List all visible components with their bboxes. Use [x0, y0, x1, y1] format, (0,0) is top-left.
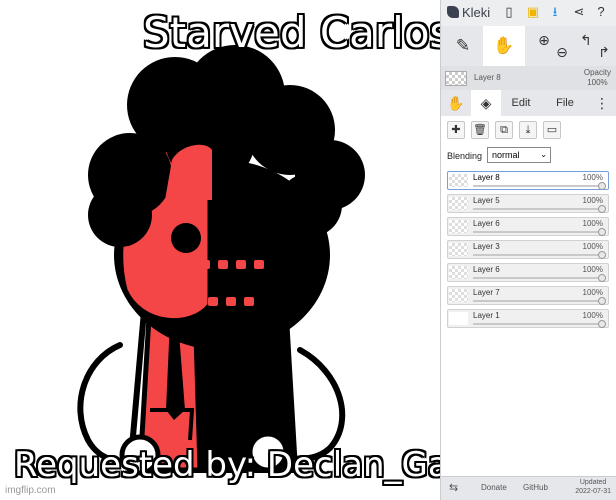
layer-name: Layer 7 [473, 288, 500, 297]
redo-icon[interactable]: ↱ [593, 26, 615, 66]
save-icon[interactable]: ▣ [525, 4, 541, 20]
layer-opacity-slider[interactable] [473, 297, 606, 305]
zoom-out-icon[interactable]: ⊖ [551, 26, 573, 66]
slider-knob[interactable] [598, 274, 606, 282]
slider-knob[interactable] [598, 297, 606, 305]
brush-icon[interactable]: ✎ [447, 26, 479, 66]
layer-thumbnail [449, 312, 468, 325]
add-layer-icon[interactable]: ✚ [447, 121, 465, 139]
layer-thumbnail [449, 289, 468, 302]
layer-thumbnail [449, 197, 468, 210]
layer-opacity: 100% [582, 196, 603, 205]
drawing-canvas[interactable]: Starved Carlos Requested by: Declan_Game… [0, 0, 440, 500]
tab-hand-icon[interactable]: ✋ [443, 90, 469, 116]
layer-row[interactable]: Layer 3 100% [447, 240, 609, 259]
current-layer-opacity: Opacity 100% [584, 68, 611, 88]
character-drawing [77, 45, 365, 476]
share-icon[interactable]: ⋖ [571, 4, 587, 20]
kleki-logo-icon [447, 6, 459, 18]
layer-opacity: 100% [582, 219, 603, 228]
opacity-label: Opacity [583, 68, 611, 77]
layer-opacity-slider[interactable] [473, 251, 606, 259]
duplicate-layer-icon[interactable]: ⧉ [495, 121, 513, 139]
layer-name: Layer 6 [473, 265, 500, 274]
hand-icon[interactable]: ✋ [483, 26, 525, 66]
delete-layer-icon[interactable]: 🗑 [471, 121, 489, 139]
layer-name: Layer 1 [473, 311, 500, 320]
layer-opacity-slider[interactable] [473, 228, 606, 236]
current-layer-thumbnail [445, 71, 467, 86]
rename-layer-icon[interactable]: ▭ [543, 121, 561, 139]
layer-thumbnail [449, 266, 468, 279]
current-layer-preview: Layer 8 Opacity 100% [441, 66, 616, 90]
layer-opacity: 100% [582, 311, 603, 320]
donate-link[interactable]: Donate [481, 483, 507, 492]
meme-bottom-caption: Requested by: Declan_Game_Studios [14, 445, 440, 485]
layer-row[interactable]: Layer 5 100% [447, 194, 609, 213]
tab-file[interactable]: File [547, 90, 583, 116]
layers-panel: ✚ 🗑 ⧉ ⤓ ▭ Blending normal ⌄ Layer 8 100% La… [441, 116, 616, 476]
tool-row: ✎ ✋ ⊕ ⊖ ↰ ↱ [441, 26, 616, 66]
layer-opacity-slider[interactable] [473, 205, 606, 213]
layer-thumbnail [449, 174, 468, 187]
layer-opacity: 100% [582, 288, 603, 297]
layer-thumbnail [449, 220, 468, 233]
opacity-value: 100% [587, 78, 608, 87]
bottom-bar: ⇆ Donate GitHub Updated 2022-07-31 [441, 476, 616, 500]
meme-top-caption: Starved Carlos [143, 8, 440, 57]
new-file-icon[interactable]: ▯ [501, 4, 517, 20]
top-bar: Kleki ▯ ▣ ⭳ ⋖ ? [441, 0, 616, 26]
layer-name: Layer 5 [473, 196, 500, 205]
layer-name: Layer 8 [473, 173, 500, 182]
help-icon[interactable]: ? [593, 4, 609, 20]
layer-row[interactable]: Layer 1 100% [447, 309, 609, 328]
tab-edit[interactable]: Edit [503, 90, 539, 116]
layer-row[interactable]: Layer 7 100% [447, 286, 609, 305]
slider-knob[interactable] [598, 320, 606, 328]
current-layer-name: Layer 8 [474, 73, 501, 82]
layer-opacity: 100% [582, 242, 603, 251]
slider-knob[interactable] [598, 182, 606, 190]
chevron-down-icon: ⌄ [540, 150, 547, 159]
layer-thumbnail [449, 243, 468, 256]
tab-layers-icon[interactable]: ◈ [471, 90, 501, 116]
app-name: Kleki [462, 5, 491, 20]
layer-opacity-slider[interactable] [473, 320, 606, 328]
watermark: imgflip.com [5, 485, 56, 496]
layer-opacity: 100% [582, 173, 603, 182]
layer-row[interactable]: Layer 6 100% [447, 217, 609, 236]
swap-icon[interactable]: ⇆ [449, 481, 458, 494]
merge-down-icon[interactable]: ⤓ [519, 121, 537, 139]
download-icon[interactable]: ⭳ [547, 4, 563, 20]
panel-tabs: ✋ ◈ Edit File ⋮ [441, 90, 616, 116]
updated-label: Updated [579, 479, 607, 486]
blending-select[interactable]: normal ⌄ [487, 147, 551, 163]
blending-label: Blending [447, 151, 483, 161]
layer-opacity-slider[interactable] [473, 274, 606, 282]
updated-date: 2022-07-31 [575, 488, 611, 495]
blending-value: normal [492, 150, 520, 160]
slider-knob[interactable] [598, 251, 606, 259]
side-panel: Kleki ▯ ▣ ⭳ ⋖ ? ✎ ✋ ⊕ ⊖ ↰ ↱ Layer 8 Opac… [440, 0, 616, 500]
layer-row[interactable]: Layer 8 100% [447, 171, 609, 190]
more-icon[interactable]: ⋮ [591, 90, 613, 116]
slider-knob[interactable] [598, 228, 606, 236]
layer-row[interactable]: Layer 6 100% [447, 263, 609, 282]
layer-name: Layer 3 [473, 242, 500, 251]
layer-opacity: 100% [582, 265, 603, 274]
slider-knob[interactable] [598, 205, 606, 213]
layer-opacity-slider[interactable] [473, 182, 606, 190]
updated-info: Updated 2022-07-31 [575, 478, 611, 496]
app-logo[interactable]: Kleki [447, 5, 490, 20]
github-link[interactable]: GitHub [523, 483, 548, 492]
layer-name: Layer 6 [473, 219, 500, 228]
